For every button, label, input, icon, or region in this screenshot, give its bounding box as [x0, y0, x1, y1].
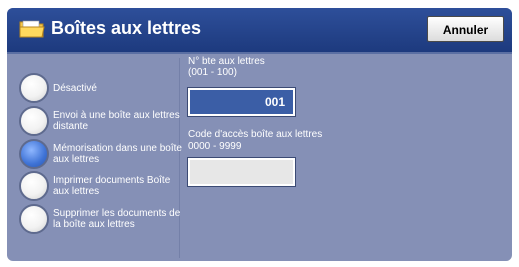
option-send-remote-mailbox[interactable]: Envoi à une boîte aux lettres distante [19, 106, 180, 136]
mailbox-number-label: N° bte aux lettres [188, 56, 265, 67]
option-delete-mailbox-documents[interactable]: Supprimer les documents de la boîte aux … [19, 204, 180, 234]
option-label: Envoi à une boîte aux lettres distante [53, 110, 180, 132]
folder-icon [19, 19, 45, 39]
option-label: Désactivé [53, 83, 97, 94]
radio-button[interactable] [19, 171, 49, 201]
title-bar: Boîtes aux lettres Annuler [7, 8, 512, 54]
option-label: Supprimer les documents de la boîte aux … [53, 208, 181, 230]
radio-button[interactable] [19, 73, 49, 103]
mailbox-number-field[interactable]: 001 [187, 87, 296, 117]
option-store-in-mailbox[interactable]: Mémorisation dans une boîte aux lettres [19, 139, 182, 169]
radio-button[interactable] [19, 106, 49, 136]
access-code-label: Code d'accès boîte aux lettres [188, 129, 323, 140]
radio-button-selected[interactable] [19, 139, 49, 169]
option-label: Mémorisation dans une boîte aux lettres [53, 143, 182, 165]
option-disabled[interactable]: Désactivé [19, 73, 179, 103]
mailbox-number-range: (001 - 100) [188, 67, 237, 78]
access-code-range: 0000 - 9999 [188, 141, 242, 152]
radio-button[interactable] [19, 204, 49, 234]
option-label: Imprimer documents Boîte aux lettres [53, 175, 171, 197]
access-code-field[interactable] [187, 157, 296, 187]
option-print-mailbox-documents[interactable]: Imprimer documents Boîte aux lettres [19, 171, 179, 201]
window-title: Boîtes aux lettres [51, 18, 202, 38]
mailbox-panel: Boîtes aux lettres Annuler Désactivé Env… [7, 8, 512, 261]
cancel-button[interactable]: Annuler [427, 16, 504, 42]
